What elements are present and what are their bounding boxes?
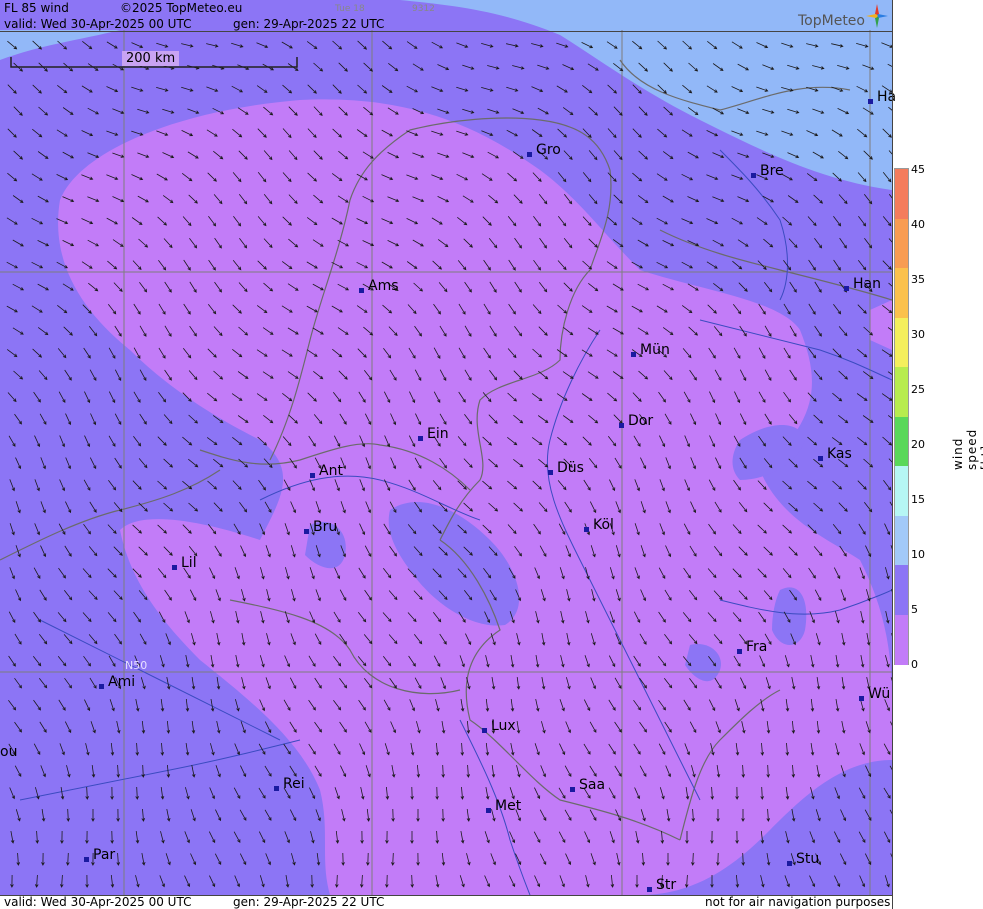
city-marker[interactable]: Bru (304, 519, 337, 535)
colorbar-segment (895, 367, 908, 418)
gen-time-footer: gen: 29-Apr-2025 22 UTC (233, 895, 385, 909)
header-divider (0, 31, 892, 32)
city-marker[interactable]: Met (486, 798, 521, 814)
city-dot-icon (647, 887, 652, 892)
colorbar-tick-label: 45 (911, 163, 925, 176)
city-dot-icon (274, 786, 279, 791)
colorbar-segment (895, 317, 908, 368)
compass-logo-icon (866, 4, 888, 28)
valid-time-header: valid: Wed 30-Apr-2025 00 UTC (4, 17, 192, 31)
map-canvas (0, 0, 892, 895)
colorbar-tick-label: 25 (911, 383, 925, 396)
colorbar-tick-label: 15 (911, 493, 925, 506)
city-dot-icon (570, 787, 575, 792)
city-dot-icon (548, 470, 553, 475)
colorbar-tick-label: 5 (911, 603, 918, 616)
disclaimer: not for air navigation purposes (705, 895, 891, 909)
valid-time-footer: valid: Wed 30-Apr-2025 00 UTC (4, 895, 192, 909)
city-dot-icon (737, 649, 742, 654)
day-tab[interactable]: Tue 18 (335, 4, 365, 14)
city-dot-icon (787, 861, 792, 866)
city-marker[interactable]: Rei (274, 776, 305, 792)
scale-label: 200 km (122, 51, 180, 66)
city-marker[interactable]: Ant (310, 463, 343, 479)
colorbar-segment (895, 614, 908, 665)
city-marker[interactable]: Mün (631, 342, 670, 358)
city-dot-icon (99, 684, 104, 689)
city-dot-icon (359, 288, 364, 293)
city-marker[interactable]: Ams (359, 278, 399, 294)
city-marker[interactable]: Köl (584, 517, 614, 533)
colorbar-segment (895, 466, 908, 517)
city-marker[interactable]: Lux (482, 718, 516, 734)
topmeteo-logo[interactable]: TopMeteo (798, 13, 865, 29)
colorbar-tick-label: 35 (911, 273, 925, 286)
city-dot-icon (482, 728, 487, 733)
city-dot-icon (844, 286, 849, 291)
city-marker[interactable]: Han (844, 276, 881, 292)
colorbar-segment (895, 565, 908, 616)
city-marker[interactable]: Ein (418, 426, 449, 442)
city-dot-icon (631, 352, 636, 357)
city-dot-icon (619, 423, 624, 428)
city-dot-icon (486, 808, 491, 813)
city-dot-icon (304, 529, 309, 534)
wind-map[interactable] (0, 0, 892, 895)
colorbar-tick-label: 40 (911, 218, 925, 231)
colorbar-tick-label: 20 (911, 438, 925, 451)
city-dot-icon (818, 456, 823, 461)
city-dot-icon (310, 473, 315, 478)
city-dot-icon (527, 152, 532, 157)
colorbar-segment (895, 218, 908, 269)
colorbar-tick-label: 30 (911, 328, 925, 341)
city-marker[interactable]: Düs (548, 460, 584, 476)
city-marker[interactable]: Ami (99, 674, 135, 690)
colorbar-tick-label: 10 (911, 548, 925, 561)
wind-speed-colorbar (894, 168, 909, 665)
city-dot-icon (418, 436, 423, 441)
city-dot-icon (859, 696, 864, 701)
city-dot-icon (84, 857, 89, 862)
gen-time-header: gen: 29-Apr-2025 22 UTC (233, 17, 385, 31)
panel-divider (892, 0, 893, 909)
city-marker[interactable]: Lil (172, 555, 197, 571)
city-dot-icon (868, 99, 873, 104)
city-dot-icon (172, 565, 177, 570)
city-marker[interactable]: Stu (787, 851, 819, 867)
city-marker[interactable]: Saa (570, 777, 605, 793)
city-marker[interactable]: Dor (619, 413, 653, 429)
run-code: 9312 (412, 4, 435, 14)
city-marker[interactable]: Gro (527, 142, 561, 158)
colorbar-tick-label: 0 (911, 658, 918, 671)
colorbar-label: wind speed [kt] (951, 428, 983, 470)
city-dot-icon (751, 173, 756, 178)
colorbar-segment (895, 268, 908, 319)
city-marker[interactable]: ou (0, 744, 17, 760)
latitude-label: N50 (125, 659, 148, 672)
city-marker[interactable]: Fra (737, 639, 767, 655)
city-marker[interactable]: Par (84, 847, 115, 863)
copyright: ©2025 TopMeteo.eu (120, 1, 243, 15)
city-marker[interactable]: Str (647, 877, 676, 893)
colorbar-segment (895, 416, 908, 467)
city-marker[interactable]: Wü (859, 686, 890, 702)
city-marker[interactable]: Bre (751, 163, 784, 179)
product-title: FL 85 wind (4, 1, 69, 15)
city-marker[interactable]: Kas (818, 446, 852, 462)
city-dot-icon (584, 527, 589, 532)
colorbar-segment (895, 515, 908, 566)
colorbar-segment (895, 169, 908, 220)
